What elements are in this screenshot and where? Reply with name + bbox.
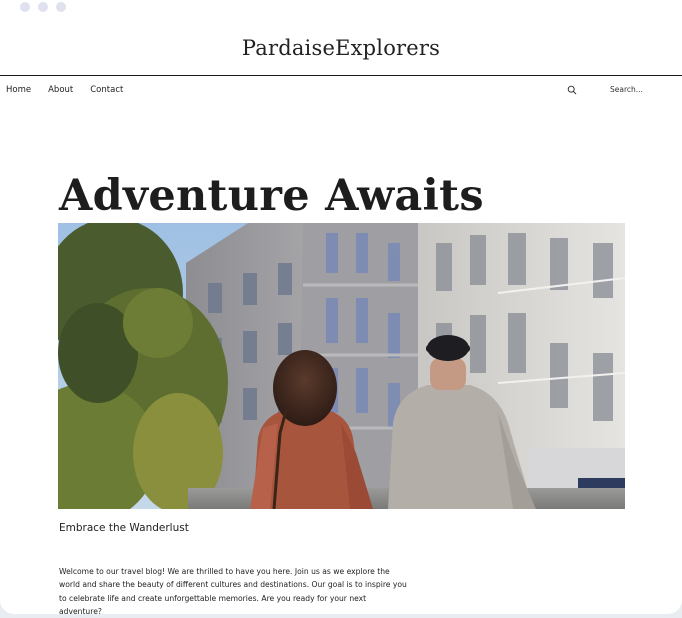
main-nav: Home About Contact (6, 85, 140, 95)
hero-image (58, 223, 625, 509)
site-brand[interactable]: PardaiseExplorers (0, 36, 682, 60)
browser-window: PardaiseExplorers Home About Contact Adv… (0, 0, 682, 614)
intro-paragraph: Welcome to our travel blog! We are thril… (59, 567, 407, 614)
nav-item-home[interactable]: Home (6, 85, 31, 95)
hero-caption: Embrace the Wanderlust (59, 522, 189, 534)
page-title: Adventure Awaits (59, 170, 484, 221)
window-dot-minimize[interactable] (38, 2, 48, 12)
nav-item-contact[interactable]: Contact (90, 85, 123, 95)
header-divider (0, 75, 682, 76)
window-dot-maximize[interactable] (56, 2, 66, 12)
window-controls (20, 2, 66, 12)
search-input[interactable] (608, 82, 674, 96)
window-dot-close[interactable] (20, 2, 30, 12)
nav-item-about[interactable]: About (48, 85, 73, 95)
search-icon[interactable] (567, 85, 577, 95)
street-photo (58, 223, 625, 509)
